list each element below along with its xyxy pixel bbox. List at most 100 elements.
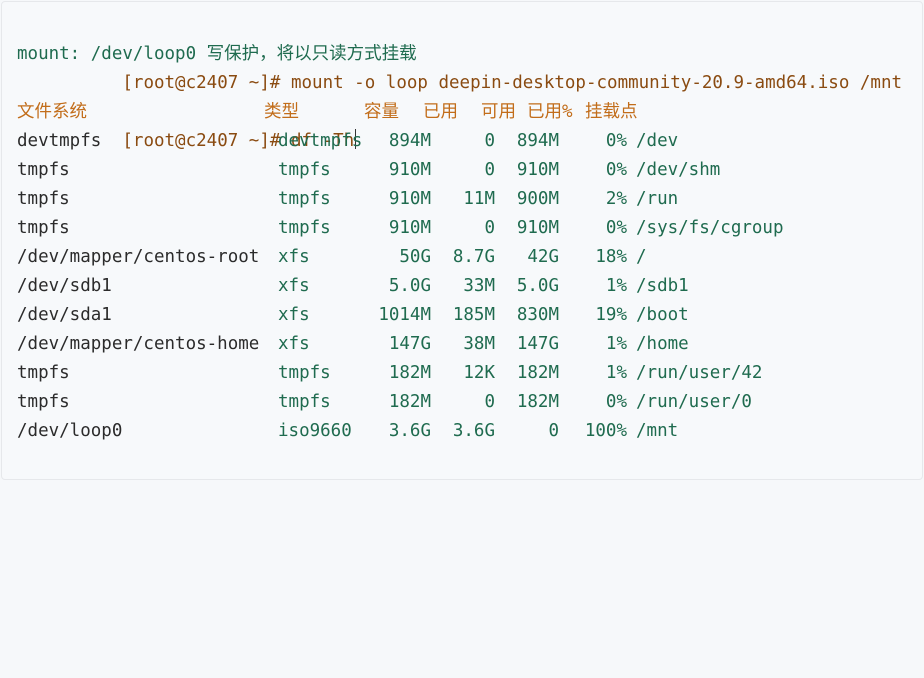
row-size: 182M <box>388 392 431 412</box>
row-size: 50G <box>399 247 431 267</box>
row-size: 3.6G <box>388 421 431 441</box>
row-avail: 0 <box>548 421 559 441</box>
table-row: /dev/loop0 iso9660 3.6G 3.6G 0 100% /mnt <box>2 417 922 446</box>
table-row: tmpfs tmpfs 910M 0 910M 0% /dev/shm <box>2 156 922 185</box>
row-filesystem: /dev/loop0 <box>17 421 123 441</box>
row-used: 8.7G <box>452 247 495 267</box>
row-used: 3.6G <box>452 421 495 441</box>
table-row: /dev/mapper/centos-root xfs 50G 8.7G 42G… <box>2 243 922 272</box>
header-filesystem: 文件系统 <box>17 102 87 122</box>
header-avail: 可用 <box>481 102 516 122</box>
row-type: xfs <box>278 247 310 267</box>
mount-output-line: mount: /dev/loop0 写保护，将以只读方式挂载 <box>2 40 922 69</box>
row-type: iso9660 <box>278 421 352 441</box>
df-rows: devtmpfs devtmpfs 894M 0 894M 0% /dev tm… <box>2 127 922 446</box>
header-size: 容量 <box>364 102 399 122</box>
row-used: 0 <box>484 131 495 151</box>
terminal-window[interactable]: [root@c2407 ~]# mount -o loop deepin-des… <box>1 1 923 480</box>
row-avail: 830M <box>516 305 559 325</box>
row-used: 0 <box>484 392 495 412</box>
row-avail: 910M <box>516 160 559 180</box>
mount-message: mount: /dev/loop0 写保护，将以只读方式挂载 <box>17 44 417 64</box>
row-mounted-on: /sys/fs/cgroup <box>636 218 784 238</box>
row-use-pct: 1% <box>605 363 627 383</box>
row-avail: 42G <box>527 247 559 267</box>
row-used: 185M <box>452 305 495 325</box>
table-row: /dev/sda1 xfs 1014M 185M 830M 19% /boot <box>2 301 922 330</box>
row-filesystem: tmpfs <box>17 218 70 238</box>
row-use-pct: 1% <box>605 276 627 296</box>
row-use-pct: 19% <box>595 305 627 325</box>
row-avail: 182M <box>516 363 559 383</box>
row-use-pct: 18% <box>595 247 627 267</box>
row-used: 38M <box>463 334 495 354</box>
header-used: 已用 <box>423 102 458 122</box>
row-filesystem: tmpfs <box>17 189 70 209</box>
row-use-pct: 2% <box>605 189 627 209</box>
table-row: tmpfs tmpfs 910M 0 910M 0% /sys/fs/cgrou… <box>2 214 922 243</box>
row-avail: 5.0G <box>516 276 559 296</box>
row-size: 147G <box>388 334 431 354</box>
row-mounted-on: /dev <box>636 131 679 151</box>
row-avail: 894M <box>516 131 559 151</box>
table-row: tmpfs tmpfs 910M 11M 900M 2% /run <box>2 185 922 214</box>
row-type: devtmpfs <box>278 131 363 151</box>
row-avail: 147G <box>516 334 559 354</box>
row-type: tmpfs <box>278 160 331 180</box>
row-type: tmpfs <box>278 189 331 209</box>
row-avail: 900M <box>516 189 559 209</box>
row-size: 1014M <box>378 305 431 325</box>
table-row: /dev/sdb1 xfs 5.0G 33M 5.0G 1% /sdb1 <box>2 272 922 301</box>
row-mounted-on: /run <box>636 189 679 209</box>
row-filesystem: /dev/sdb1 <box>17 276 112 296</box>
row-mounted-on: /dev/shm <box>636 160 721 180</box>
row-used: 12K <box>463 363 495 383</box>
row-mounted-on: /sdb1 <box>636 276 689 296</box>
row-use-pct: 1% <box>605 334 627 354</box>
command-line-df: [root@c2407 ~]# df -Th <box>2 69 922 151</box>
row-size: 910M <box>388 218 431 238</box>
row-filesystem: tmpfs <box>17 363 70 383</box>
row-filesystem: tmpfs <box>17 392 70 412</box>
row-filesystem: /dev/mapper/centos-root <box>17 247 260 267</box>
row-type: tmpfs <box>278 363 331 383</box>
row-used: 33M <box>463 276 495 296</box>
row-filesystem: tmpfs <box>17 160 70 180</box>
row-type: tmpfs <box>278 392 331 412</box>
row-used: 11M <box>463 189 495 209</box>
row-use-pct: 0% <box>605 131 627 151</box>
command-line-mount: [root@c2407 ~]# mount -o loop deepin-des… <box>2 11 922 93</box>
row-size: 182M <box>388 363 431 383</box>
header-mounted-on: 挂载点 <box>585 102 638 122</box>
row-filesystem: devtmpfs <box>17 131 102 151</box>
row-use-pct: 0% <box>605 218 627 238</box>
row-mounted-on: /run/user/42 <box>636 363 763 383</box>
row-avail: 910M <box>516 218 559 238</box>
row-size: 5.0G <box>388 276 431 296</box>
row-type: xfs <box>278 276 310 296</box>
row-used: 0 <box>484 160 495 180</box>
row-size: 910M <box>388 189 431 209</box>
row-use-pct: 0% <box>605 392 627 412</box>
row-avail: 182M <box>516 392 559 412</box>
table-row: tmpfs tmpfs 182M 12K 182M 1% /run/user/4… <box>2 359 922 388</box>
row-mounted-on: /run/user/0 <box>636 392 752 412</box>
row-type: xfs <box>278 305 310 325</box>
row-use-pct: 100% <box>584 421 627 441</box>
row-mounted-on: /boot <box>636 305 689 325</box>
row-size: 894M <box>388 131 431 151</box>
table-row: tmpfs tmpfs 182M 0 182M 0% /run/user/0 <box>2 388 922 417</box>
row-used: 0 <box>484 218 495 238</box>
row-type: xfs <box>278 334 310 354</box>
header-use-pct: 已用% <box>527 102 573 122</box>
row-filesystem: /dev/mapper/centos-home <box>17 334 260 354</box>
row-type: tmpfs <box>278 218 331 238</box>
table-row: devtmpfs devtmpfs 894M 0 894M 0% /dev <box>2 127 922 156</box>
header-type: 类型 <box>264 102 299 122</box>
df-header-row: 文件系统 类型 容量 已用 可用 已用% 挂载点 <box>2 98 922 127</box>
row-mounted-on: /home <box>636 334 689 354</box>
row-use-pct: 0% <box>605 160 627 180</box>
row-mounted-on: /mnt <box>636 421 679 441</box>
row-filesystem: /dev/sda1 <box>17 305 112 325</box>
row-size: 910M <box>388 160 431 180</box>
